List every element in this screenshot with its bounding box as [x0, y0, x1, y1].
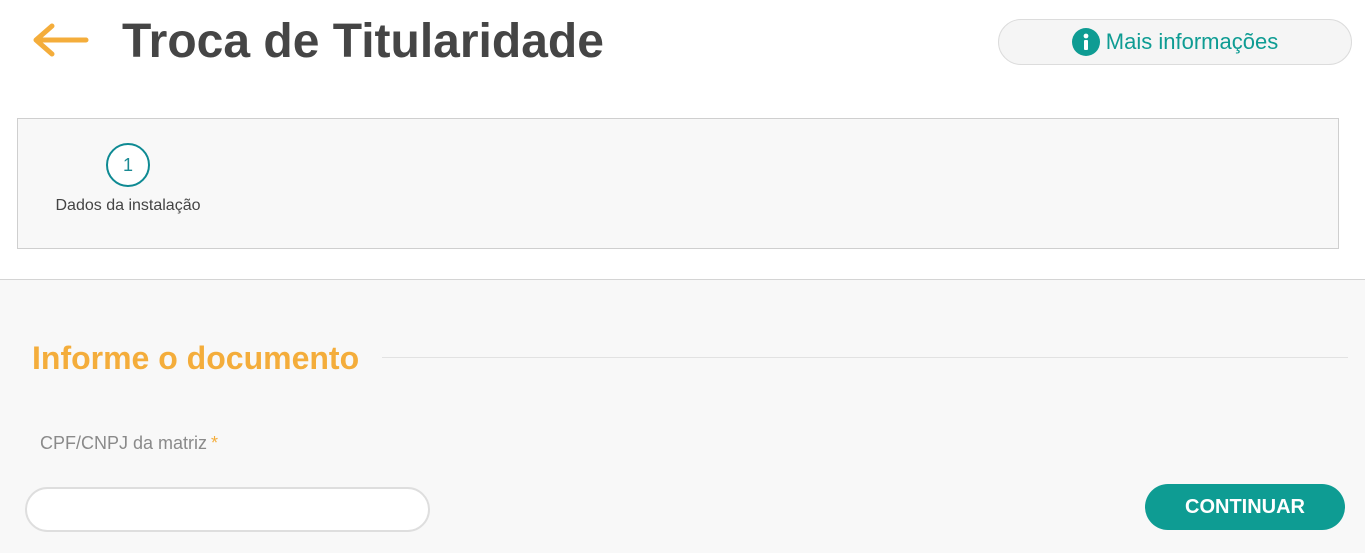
document-form: Informe o documento CPF/CNPJ da matriz * … — [0, 280, 1365, 553]
step-number: 1 — [106, 143, 150, 187]
section-title: Informe o documento — [32, 340, 360, 376]
step-label: Dados da instalação — [55, 197, 201, 214]
stepper: 1 Dados da instalação — [17, 118, 1339, 249]
page-title: Troca de Titularidade — [122, 15, 604, 68]
cpf-cnpj-label-text: CPF/CNPJ da matriz — [40, 433, 208, 453]
section-divider — [382, 357, 1348, 358]
continue-button[interactable]: CONTINUAR — [1145, 484, 1345, 530]
step-dados-instalacao: 1 Dados da instalação — [48, 143, 208, 215]
back-button[interactable] — [30, 22, 90, 58]
page: Troca de Titularidade Mais informações 1… — [0, 0, 1365, 553]
required-mark: * — [211, 433, 219, 453]
cpf-cnpj-label: CPF/CNPJ da matriz * — [40, 433, 218, 454]
cpf-cnpj-input[interactable] — [25, 487, 430, 532]
more-info-button[interactable]: Mais informações — [998, 19, 1352, 65]
more-info-label: Mais informações — [1105, 29, 1279, 54]
page-header: Troca de Titularidade Mais informações — [0, 0, 1365, 100]
info-circle-icon — [1071, 28, 1100, 56]
arrow-left-icon — [33, 23, 89, 57]
